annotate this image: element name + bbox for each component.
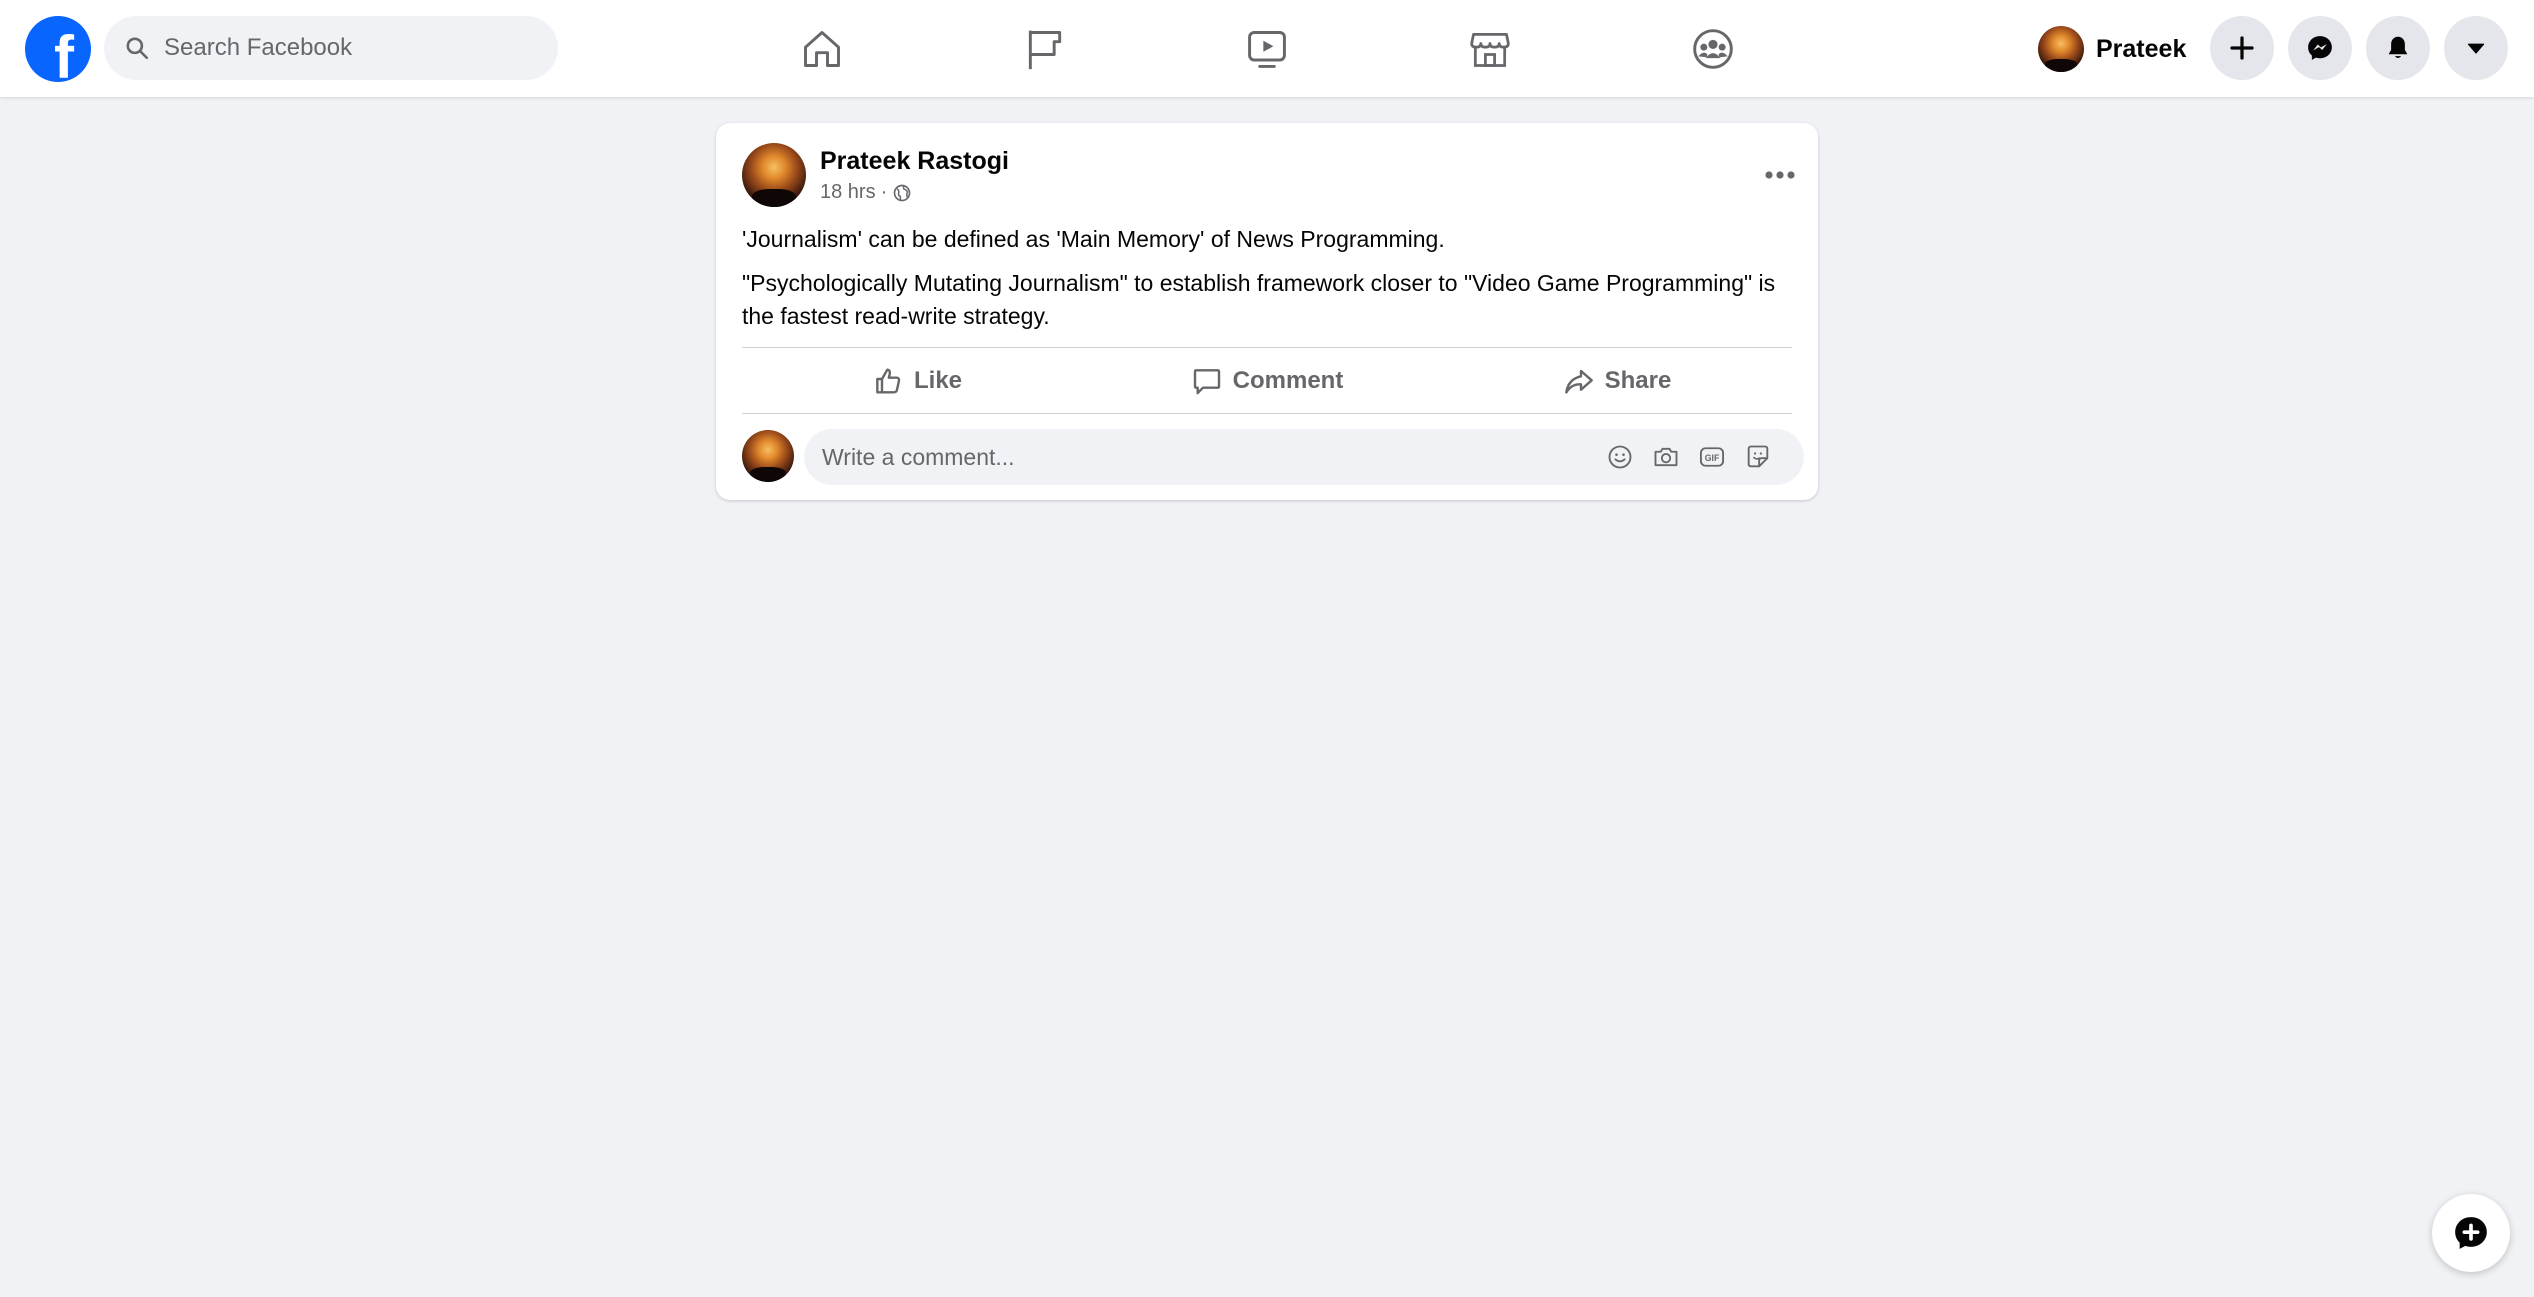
create-button[interactable] (2210, 16, 2274, 80)
meta-separator: · (880, 181, 888, 203)
search-bar[interactable] (104, 16, 558, 80)
post-meta: 18 hrs · (820, 181, 912, 204)
facebook-logo-glyph: f (54, 24, 74, 83)
messenger-button[interactable] (2288, 16, 2352, 80)
like-button[interactable]: Like (742, 351, 1092, 411)
globe-icon[interactable] (892, 183, 912, 203)
video-play-icon (1248, 30, 1286, 68)
messenger-icon (2308, 36, 2332, 60)
post-body: 'Journalism' can be defined as 'Main Mem… (742, 223, 1802, 333)
thumbs-up-icon (876, 368, 901, 394)
sticker-button[interactable] (1742, 441, 1774, 473)
nav-tab-groups[interactable] (1623, 0, 1803, 97)
nav-tab-watch[interactable] (1177, 0, 1357, 97)
post-author-avatar[interactable] (742, 143, 806, 207)
search-icon (126, 37, 149, 60)
divider (742, 347, 1792, 348)
notifications-button[interactable] (2366, 16, 2430, 80)
post-author-name[interactable]: Prateek Rastogi (820, 147, 1009, 176)
sticker-icon (1747, 445, 1769, 468)
post-timestamp[interactable]: 18 hrs (820, 181, 876, 204)
flag-icon (1028, 30, 1062, 69)
top-navigation-bar: f Search Facebook Prateek (0, 0, 2534, 97)
store-icon (1470, 32, 1510, 67)
caret-down-icon (2467, 43, 2485, 54)
comment-input[interactable] (822, 443, 1582, 471)
nav-tab-pages[interactable] (955, 0, 1135, 97)
divider (742, 413, 1792, 414)
account-menu-button[interactable] (2444, 16, 2508, 80)
emoji-icon (1608, 445, 1632, 469)
facebook-logo-icon[interactable]: f (25, 16, 91, 82)
plus-icon (2230, 36, 2254, 60)
photo-button[interactable] (1650, 441, 1682, 473)
nav-tab-home[interactable] (732, 0, 912, 97)
more-horizontal-icon (1765, 171, 1795, 179)
groups-icon (1693, 28, 1733, 69)
profile-shortcut[interactable]: Prateek (2030, 18, 2202, 80)
comment-icon (1193, 369, 1220, 395)
home-icon (804, 30, 840, 67)
bell-icon (2388, 36, 2408, 58)
gif-button[interactable]: GIF (1696, 441, 1728, 473)
comment-label: Comment (1232, 367, 1344, 394)
commenter-avatar[interactable] (742, 430, 794, 482)
emoji-button[interactable] (1604, 441, 1636, 473)
new-message-button[interactable] (2432, 1194, 2510, 1272)
nav-tab-marketplace[interactable] (1400, 0, 1580, 97)
new-message-icon (2455, 1217, 2487, 1249)
avatar (2038, 26, 2084, 72)
gif-icon: GIF (1699, 447, 1725, 467)
camera-icon (1654, 447, 1678, 467)
share-icon (1564, 369, 1593, 394)
share-label: Share (1604, 367, 1672, 394)
svg-text:GIF: GIF (1705, 453, 1720, 463)
search-input[interactable] (164, 34, 544, 62)
comment-composer[interactable]: GIF (804, 429, 1804, 485)
profile-name: Prateek (2096, 34, 2187, 63)
post-card: Prateek Rastogi 18 hrs · 'Journalism' ca… (716, 123, 1818, 500)
post-paragraph: "Psychologically Mutating Journalism" to… (742, 270, 1776, 329)
comment-button[interactable]: Comment (1092, 351, 1442, 411)
post-paragraph: 'Journalism' can be defined as 'Main Mem… (742, 226, 1445, 252)
post-options-button[interactable] (1758, 153, 1802, 197)
share-button[interactable]: Share (1442, 351, 1792, 411)
like-label: Like (913, 367, 963, 394)
